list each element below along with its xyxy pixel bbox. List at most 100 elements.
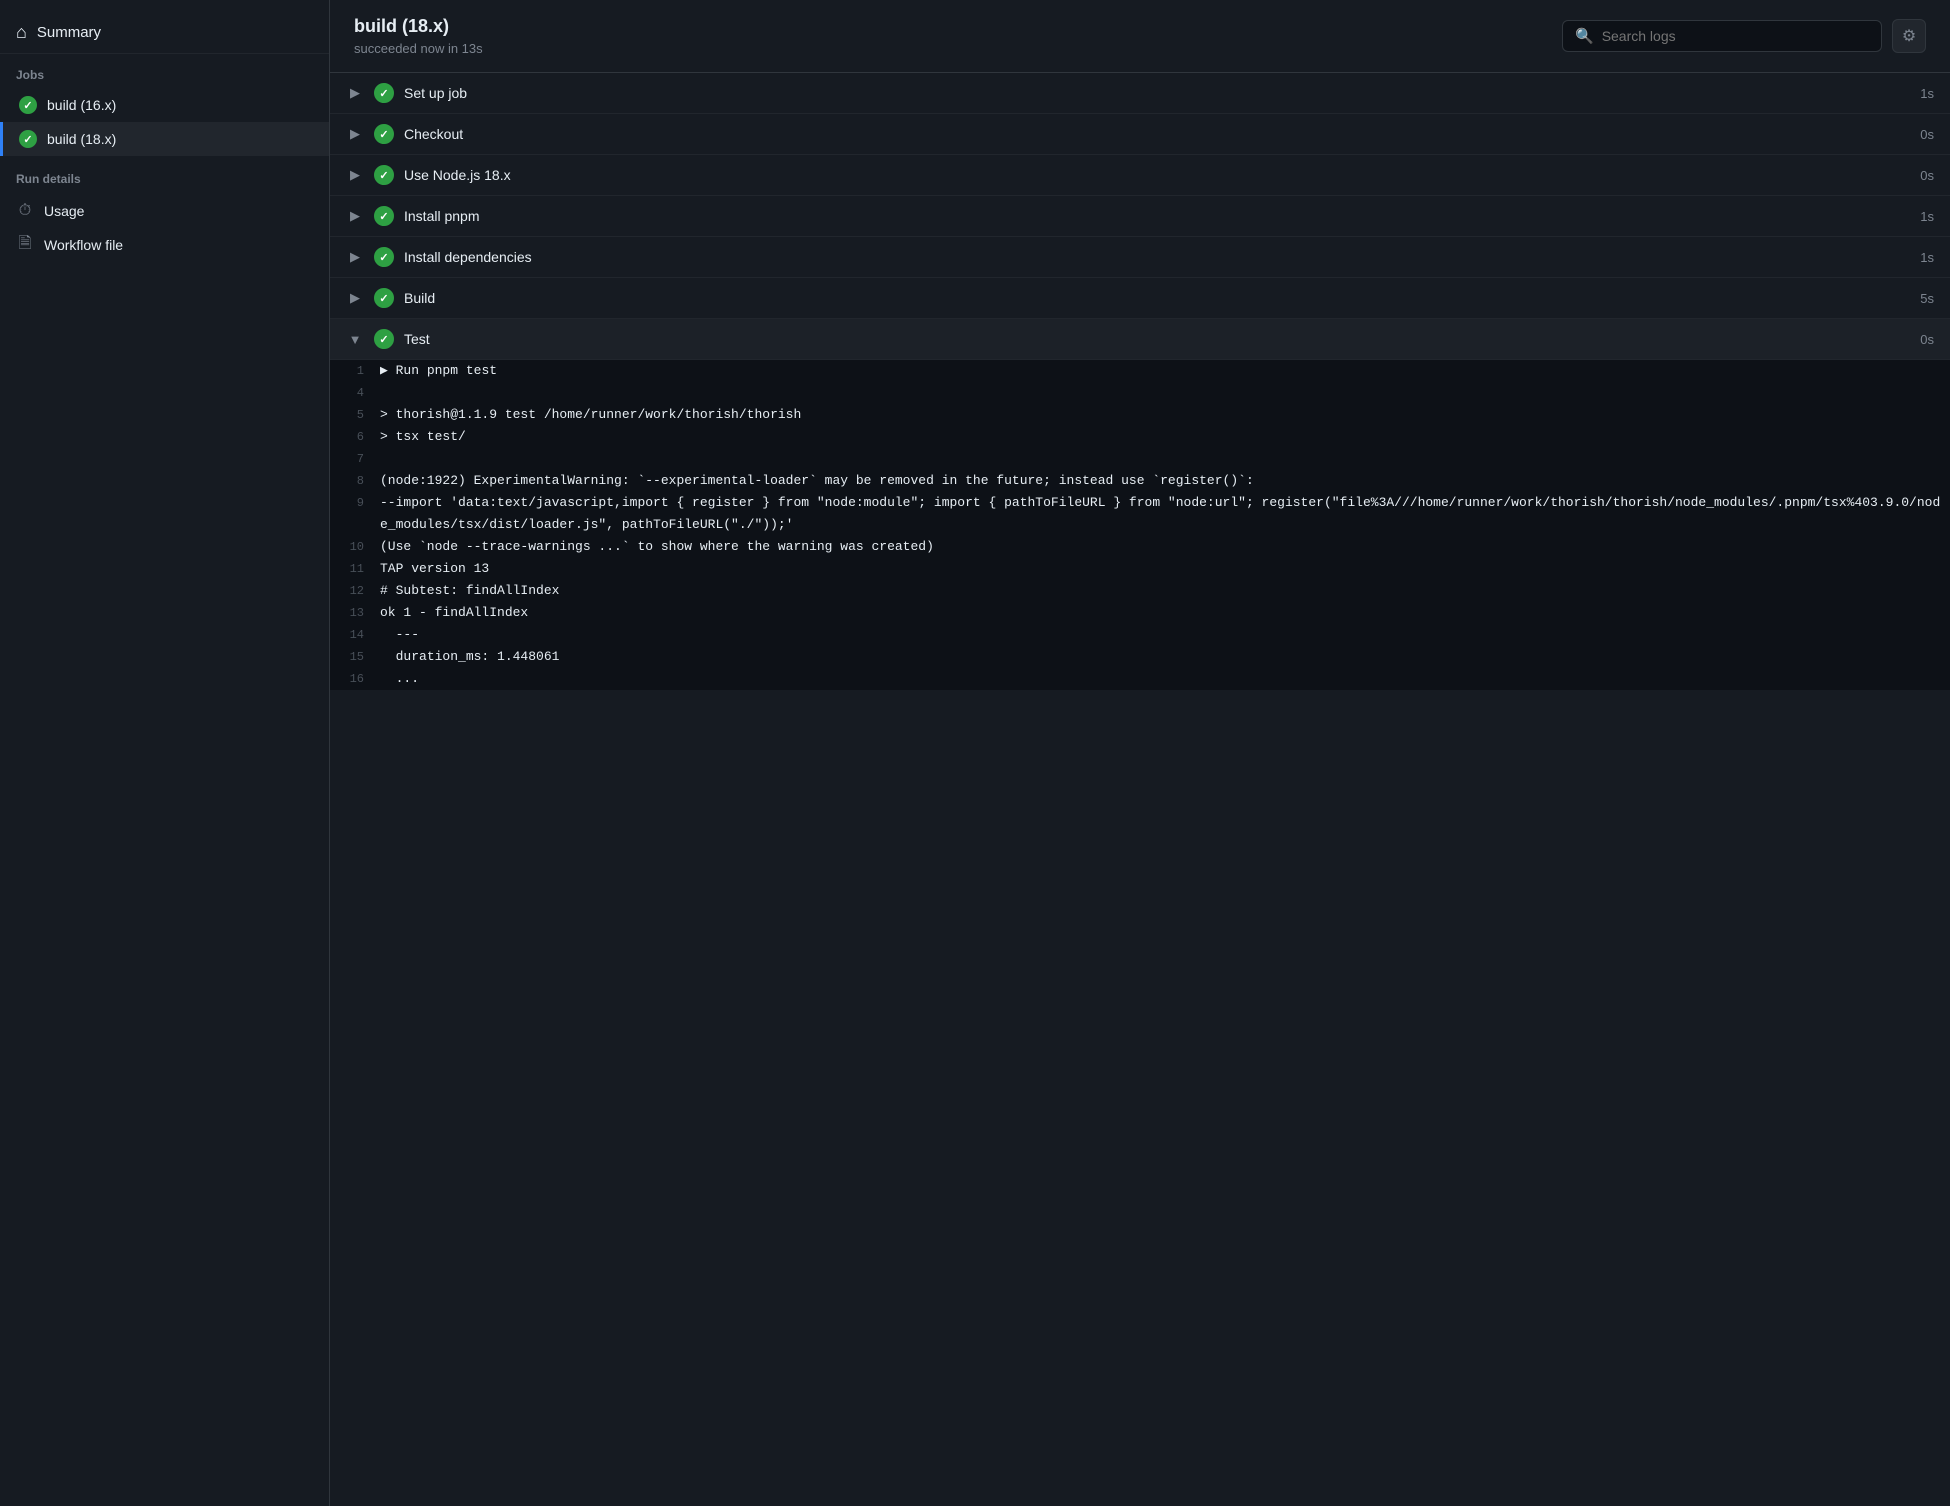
log-line-number: 14 [330,624,380,646]
log-line: 13ok 1 - findAllIndex [330,602,1950,624]
sidebar-summary-link[interactable]: ⌂ Summary [0,12,329,54]
step-success-icon [374,247,394,267]
log-line-number: 13 [330,602,380,624]
step-duration-use-nodejs: 0s [1920,168,1934,183]
log-line-content: ▶ Run pnpm test [380,360,1950,382]
gear-icon: ⚙ [1902,26,1916,46]
log-line: 5> thorish@1.1.9 test /home/runner/work/… [330,404,1950,426]
log-line: 10(Use `node --trace-warnings ...` to sh… [330,536,1950,558]
log-line-number: 7 [330,448,380,470]
log-line-content [380,382,1950,404]
log-line: 4 [330,382,1950,404]
main-content: build (18.x) succeeded now in 13s 🔍 ⚙ ▶ … [330,0,1950,1506]
log-line-content: --import 'data:text/javascript,import { … [380,492,1950,536]
log-line-content: # Subtest: findAllIndex [380,580,1950,602]
log-line-number: 5 [330,404,380,426]
sidebar-job-16x[interactable]: build (16.x) [0,88,329,122]
log-line: 6> tsx test/ [330,426,1950,448]
step-checkout[interactable]: ▶ Checkout 0s [330,114,1950,155]
search-logs-container[interactable]: 🔍 [1562,20,1882,52]
file-icon: 🗎 [16,236,34,254]
run-details-label: Run details [0,164,329,194]
sidebar-job-18x-label: build (18.x) [47,131,116,147]
log-line: 12# Subtest: findAllIndex [330,580,1950,602]
step-install-deps[interactable]: ▶ Install dependencies 1s [330,237,1950,278]
log-line-number: 4 [330,382,380,404]
log-line: 1▶ Run pnpm test [330,360,1950,382]
step-set-up-job[interactable]: ▶ Set up job 1s [330,73,1950,114]
chevron-right-icon: ▶ [346,249,364,265]
log-line-number: 16 [330,668,380,690]
clock-icon: ⏱ [16,202,34,220]
log-line-content: ... [380,668,1950,690]
search-icon: 🔍 [1575,27,1594,45]
sidebar-job-18x[interactable]: build (18.x) [0,122,329,156]
step-duration-test: 0s [1920,332,1934,347]
step-success-icon [374,206,394,226]
step-name-install-pnpm: Install pnpm [404,208,1910,224]
chevron-right-icon: ▶ [346,126,364,142]
job-title-section: build (18.x) succeeded now in 13s [354,16,483,56]
jobs-section-label: Jobs [0,62,329,88]
log-line-number: 15 [330,646,380,668]
sidebar-usage-link[interactable]: ⏱ Usage [0,194,329,228]
log-line-content: > thorish@1.1.9 test /home/runner/work/t… [380,404,1950,426]
steps-container: ▶ Set up job 1s ▶ Checkout 0s ▶ Use Node… [330,73,1950,1506]
log-line-number: 6 [330,426,380,448]
chevron-right-icon: ▶ [346,167,364,183]
job-title: build (18.x) [354,16,483,37]
header-actions: 🔍 ⚙ [1562,19,1926,53]
step-duration-install-deps: 1s [1920,250,1934,265]
step-duration-checkout: 0s [1920,127,1934,142]
step-name-checkout: Checkout [404,126,1910,142]
sidebar: ⌂ Summary Jobs build (16.x) build (18.x)… [0,0,330,1506]
job-status: succeeded now in 13s [354,41,483,56]
step-duration-install-pnpm: 1s [1920,209,1934,224]
log-line: 7 [330,448,1950,470]
chevron-right-icon: ▶ [346,85,364,101]
log-line: 16 ... [330,668,1950,690]
log-line-number: 10 [330,536,380,558]
chevron-right-icon: ▶ [346,290,364,306]
step-success-icon [374,124,394,144]
chevron-right-icon: ▶ [346,208,364,224]
log-line-content: (Use `node --trace-warnings ...` to show… [380,536,1950,558]
step-install-pnpm[interactable]: ▶ Install pnpm 1s [330,196,1950,237]
log-line-number: 12 [330,580,380,602]
log-line: 14 --- [330,624,1950,646]
log-line-content: > tsx test/ [380,426,1950,448]
log-line: 9--import 'data:text/javascript,import {… [330,492,1950,536]
log-line: 8(node:1922) ExperimentalWarning: `--exp… [330,470,1950,492]
step-duration-set-up-job: 1s [1920,86,1934,101]
step-name-set-up-job: Set up job [404,85,1910,101]
log-line-number: 8 [330,470,380,492]
step-success-icon [374,329,394,349]
search-logs-input[interactable] [1602,28,1869,44]
log-line-number: 9 [330,492,380,536]
sidebar-summary-label: Summary [37,24,101,41]
step-use-nodejs[interactable]: ▶ Use Node.js 18.x 0s [330,155,1950,196]
log-line-content: ok 1 - findAllIndex [380,602,1950,624]
home-icon: ⌂ [16,22,27,43]
log-line: 11TAP version 13 [330,558,1950,580]
step-duration-build: 5s [1920,291,1934,306]
step-success-icon [374,165,394,185]
step-success-icon [374,288,394,308]
sidebar-workflow-file-link[interactable]: 🗎 Workflow file [0,228,329,262]
step-name-test: Test [404,331,1910,347]
step-success-icon [374,83,394,103]
log-line-content: --- [380,624,1950,646]
log-line-number: 1 [330,360,380,382]
log-line: 15 duration_ms: 1.448061 [330,646,1950,668]
sidebar-workflow-file-label: Workflow file [44,237,123,253]
main-header: build (18.x) succeeded now in 13s 🔍 ⚙ [330,0,1950,73]
log-output: 1▶ Run pnpm test45> thorish@1.1.9 test /… [330,360,1950,690]
step-build[interactable]: ▶ Build 5s [330,278,1950,319]
success-icon-18x [19,130,37,148]
settings-button[interactable]: ⚙ [1892,19,1926,53]
log-line-number: 11 [330,558,380,580]
log-line-content [380,448,1950,470]
step-test[interactable]: ▼ Test 0s [330,319,1950,360]
step-name-build: Build [404,290,1910,306]
step-name-use-nodejs: Use Node.js 18.x [404,167,1910,183]
